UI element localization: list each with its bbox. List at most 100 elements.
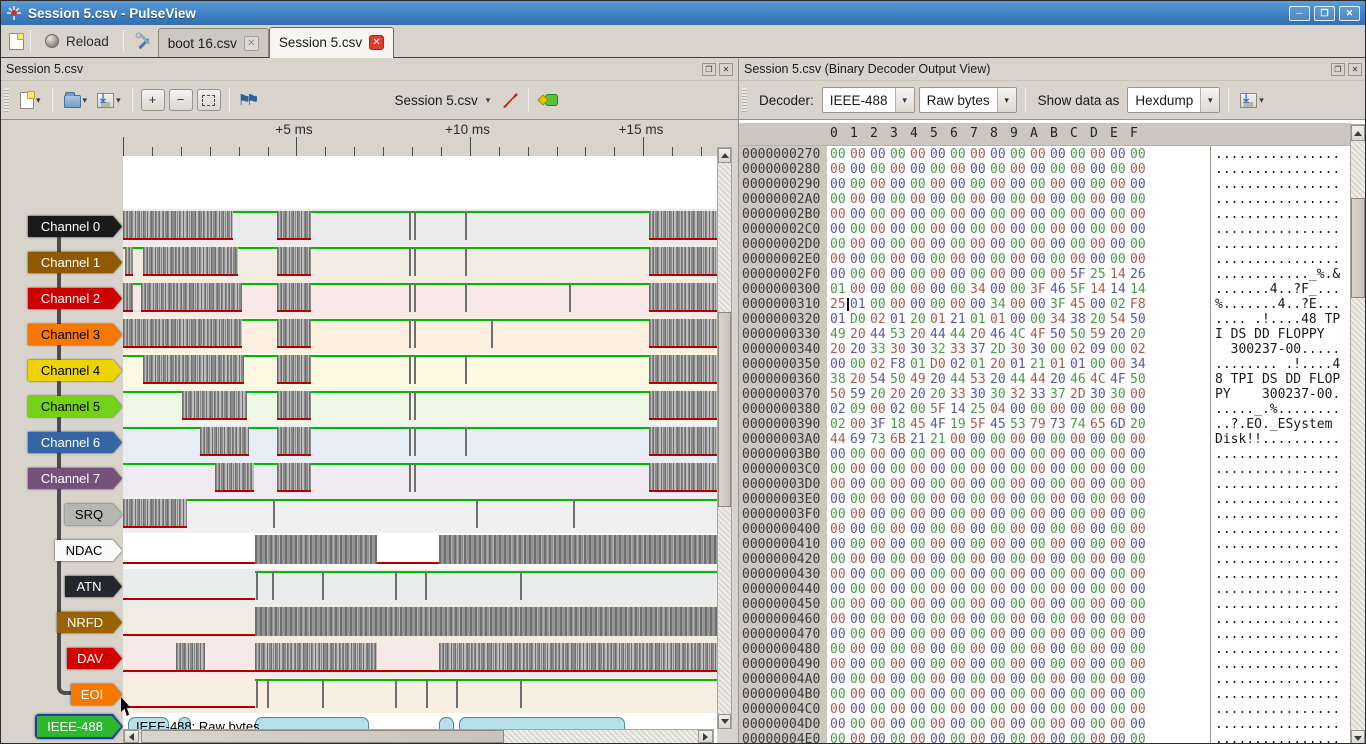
float-panel-icon[interactable]: ❐ bbox=[1331, 63, 1345, 76]
channel-tag-channel-7[interactable]: Channel 7 bbox=[28, 468, 122, 489]
show-data-as-select[interactable]: Hexdump ▾ bbox=[1127, 87, 1220, 113]
scroll-down-button[interactable] bbox=[718, 714, 731, 729]
hex-address: 0000000430 bbox=[742, 567, 820, 582]
separator bbox=[123, 30, 124, 52]
trace-row-channel-2[interactable] bbox=[123, 281, 717, 317]
new-session-icon[interactable] bbox=[9, 33, 24, 50]
trace-row-channel-0[interactable] bbox=[123, 209, 717, 245]
hex-byte: 00 bbox=[830, 507, 846, 522]
chevron-down-icon: ▾ bbox=[486, 95, 491, 106]
decoder-select[interactable]: IEEE-488 ▾ bbox=[822, 87, 915, 113]
close-panel-icon[interactable]: ✕ bbox=[1348, 63, 1362, 76]
toolbar-grip[interactable] bbox=[4, 88, 9, 112]
channel-tag-channel-5[interactable]: Channel 5 bbox=[28, 396, 122, 417]
trace-row-channel-7[interactable] bbox=[123, 461, 717, 497]
maximize-button[interactable]: ❐ bbox=[1314, 6, 1335, 21]
channel-tag-nrfd[interactable]: NRFD bbox=[57, 612, 122, 633]
float-panel-icon[interactable]: ❐ bbox=[702, 63, 716, 76]
zoom-in-button[interactable]: + bbox=[141, 89, 165, 111]
left-dock-header[interactable]: Session 5.csv ❐ ✕ bbox=[1, 58, 738, 81]
save-button[interactable]: ▾ bbox=[94, 91, 124, 110]
scroll-up-button[interactable] bbox=[718, 148, 731, 163]
tab-close-icon[interactable]: ✕ bbox=[369, 35, 384, 50]
tab-session-5[interactable]: Session 5.csv ✕ bbox=[269, 27, 394, 58]
trace-burst bbox=[439, 643, 717, 672]
scrollbar-thumb[interactable] bbox=[141, 730, 504, 743]
session-select[interactable]: Session 5.csv ▾ bbox=[389, 91, 497, 110]
trace-row-atn[interactable] bbox=[123, 569, 717, 605]
settings-tools-icon[interactable] bbox=[134, 31, 154, 51]
scroll-up-button[interactable] bbox=[1351, 125, 1365, 141]
trace-row-eoi[interactable] bbox=[123, 677, 717, 713]
tab-boot-16[interactable]: boot 16.csv ✕ bbox=[158, 28, 269, 57]
trace-low-line bbox=[649, 418, 717, 420]
open-file-button[interactable]: ▾ bbox=[61, 90, 91, 110]
hex-byte: 00 bbox=[910, 627, 926, 642]
hex-byte: 00 bbox=[1090, 162, 1106, 177]
scrollbar-thumb[interactable] bbox=[1351, 198, 1365, 298]
markers-icon[interactable]: ⚑⚑ bbox=[238, 91, 261, 109]
ruler-tick bbox=[499, 147, 500, 156]
close-button[interactable]: ✕ bbox=[1339, 6, 1360, 21]
channel-tag-channel-6[interactable]: Channel 6 bbox=[28, 432, 122, 453]
ruler-tick bbox=[268, 147, 269, 156]
channel-tag-atn[interactable]: ATN bbox=[65, 576, 122, 597]
toolbar-grip[interactable] bbox=[742, 88, 747, 112]
trace-low-line bbox=[123, 238, 233, 240]
hex-byte: 00 bbox=[1070, 147, 1086, 162]
trace-row-dav[interactable] bbox=[123, 641, 717, 677]
decoder-tag-ieee-488[interactable]: IEEE-488 bbox=[35, 714, 123, 739]
channel-tag-channel-0[interactable]: Channel 0 bbox=[28, 216, 122, 237]
channel-tag-label: Channel 2 bbox=[28, 288, 122, 309]
trace-burst bbox=[123, 319, 242, 348]
zoom-out-button[interactable]: − bbox=[169, 89, 193, 111]
zoom-fit-button[interactable] bbox=[197, 89, 221, 111]
channel-tag-ndac[interactable]: NDAC bbox=[55, 540, 122, 561]
new-file-button[interactable]: ▾ bbox=[17, 90, 44, 111]
hex-col-header: D bbox=[1090, 126, 1098, 141]
save-output-button[interactable]: ▾ bbox=[1237, 91, 1267, 110]
hex-vertical-scrollbar[interactable] bbox=[1350, 124, 1366, 744]
add-decoder-button[interactable] bbox=[539, 94, 558, 106]
minimize-button[interactable]: ─ bbox=[1289, 6, 1310, 21]
channel-tag-channel-2[interactable]: Channel 2 bbox=[28, 288, 122, 309]
hexdump-view[interactable]: 0123456789ABCDEF 00000002700000000000000… bbox=[738, 120, 1366, 744]
channel-tag-channel-1[interactable]: Channel 1 bbox=[28, 252, 122, 273]
right-dock-header[interactable]: Session 5.csv (Binary Decoder Output Vie… bbox=[738, 58, 1366, 81]
trace-row-channel-1[interactable] bbox=[123, 245, 717, 281]
separator bbox=[528, 88, 529, 112]
output-format-select[interactable]: Raw bytes ▾ bbox=[919, 87, 1017, 113]
close-panel-icon[interactable]: ✕ bbox=[719, 63, 733, 76]
channel-tag-channel-4[interactable]: Channel 4 bbox=[28, 360, 122, 381]
time-ruler[interactable]: +5 ms+10 ms+15 ms bbox=[123, 120, 717, 156]
trace-vertical-scrollbar[interactable] bbox=[717, 147, 732, 729]
trace-row-channel-6[interactable] bbox=[123, 425, 717, 461]
scroll-right-button[interactable] bbox=[698, 730, 713, 743]
hex-byte: 00 bbox=[1010, 252, 1026, 267]
scrollbar-thumb[interactable] bbox=[718, 312, 731, 507]
trace-edge-mark bbox=[409, 283, 411, 312]
hex-address: 0000000380 bbox=[742, 402, 820, 417]
trace-row-srq[interactable] bbox=[123, 497, 717, 533]
trace-row-nrfd[interactable] bbox=[123, 605, 717, 641]
hex-byte: 00 bbox=[930, 702, 946, 717]
hex-byte: 00 bbox=[990, 447, 1006, 462]
trace-horizontal-scrollbar[interactable] bbox=[123, 729, 714, 744]
hex-byte: 00 bbox=[1050, 537, 1066, 552]
trace-row-ndac[interactable] bbox=[123, 533, 717, 569]
probe-icon[interactable] bbox=[500, 90, 520, 110]
channel-tag-srq[interactable]: SRQ bbox=[65, 504, 122, 525]
tab-close-icon[interactable]: ✕ bbox=[244, 36, 259, 51]
title-bar[interactable]: Session 5.csv - PulseView ─ ❐ ✕ bbox=[1, 1, 1365, 25]
channel-tag-dav[interactable]: DAV bbox=[67, 648, 122, 669]
trace-row-channel-5[interactable] bbox=[123, 389, 717, 425]
scroll-left-button[interactable] bbox=[124, 730, 139, 743]
decoder-select-value: IEEE-488 bbox=[823, 93, 895, 108]
trace-row-channel-4[interactable] bbox=[123, 353, 717, 389]
scroll-down-button[interactable] bbox=[1351, 730, 1365, 744]
reload-button[interactable]: Reload bbox=[37, 31, 117, 52]
arrow-up-icon bbox=[1354, 131, 1362, 136]
channel-tag-channel-3[interactable]: Channel 3 bbox=[28, 324, 122, 345]
trace-row-channel-3[interactable] bbox=[123, 317, 717, 353]
channel-tag-eoi[interactable]: EOI bbox=[71, 684, 122, 705]
